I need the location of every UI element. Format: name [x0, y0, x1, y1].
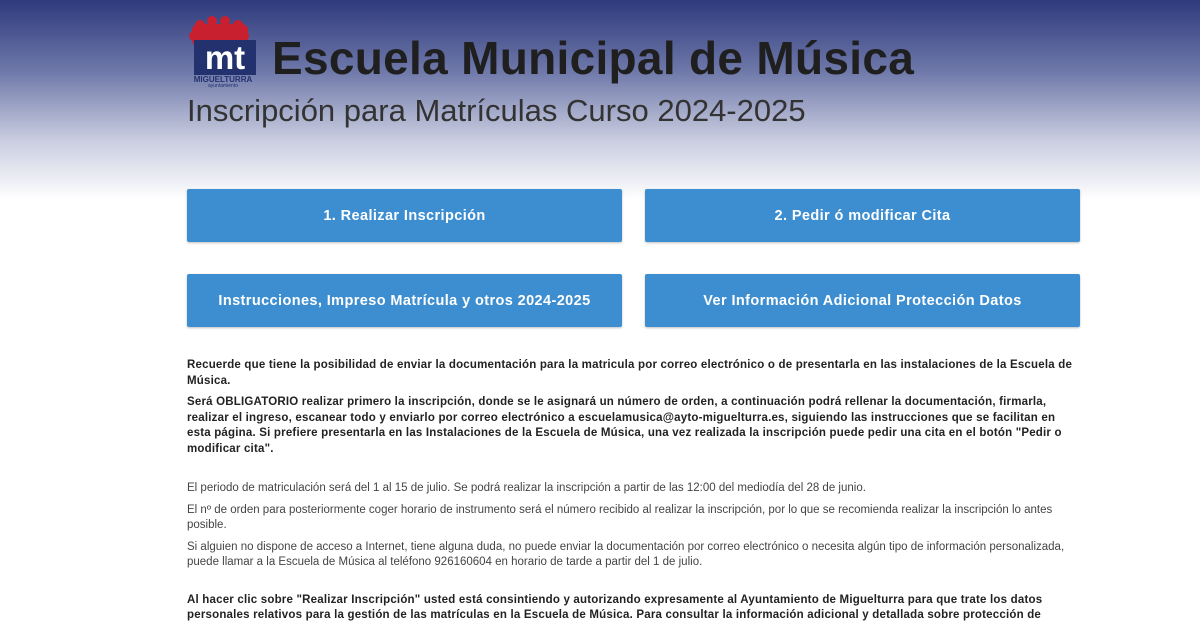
info-paragraph-numero-orden: El nº de orden para posteriormente coger…	[187, 503, 1053, 532]
instrucciones-button[interactable]: Instrucciones, Impreso Matrícula y otros…	[187, 274, 622, 327]
pedir-cita-button[interactable]: 2. Pedir ó modificar Cita	[645, 189, 1080, 242]
proteccion-datos-button[interactable]: Ver Información Adicional Protección Dat…	[645, 274, 1080, 327]
info-paragraph-consentimiento: Al hacer clic sobre "Realizar Inscripció…	[187, 593, 1043, 622]
info-content: Recuerde que tiene la posibilidad de env…	[187, 358, 1073, 630]
info-paragraph-documentation: Recuerde que tiene la posibilidad de env…	[187, 359, 1073, 387]
info-paragraph-contacto: Si alguien no dispone de acceso a Intern…	[187, 540, 1065, 569]
svg-text:ayuntamiento: ayuntamiento	[208, 83, 238, 88]
site-title: Escuela Municipal de Música	[272, 32, 915, 84]
svg-text:mt: mt	[205, 39, 245, 76]
realizar-inscripcion-button[interactable]: 1. Realizar Inscripción	[187, 189, 622, 242]
logo-graphic: mt MIGUELTURRA ayuntamiento	[189, 16, 256, 89]
info-paragraph-periodo: El periodo de matriculación será del 1 a…	[187, 482, 866, 494]
miguelturra-logo: mt MIGUELTURRA ayuntamiento	[186, 16, 260, 89]
page-subtitle: Inscripción para Matrículas Curso 2024-2…	[187, 93, 806, 128]
info-paragraph-obligatorio: Será OBLIGATORIO realizar primero la ins…	[187, 396, 1062, 455]
